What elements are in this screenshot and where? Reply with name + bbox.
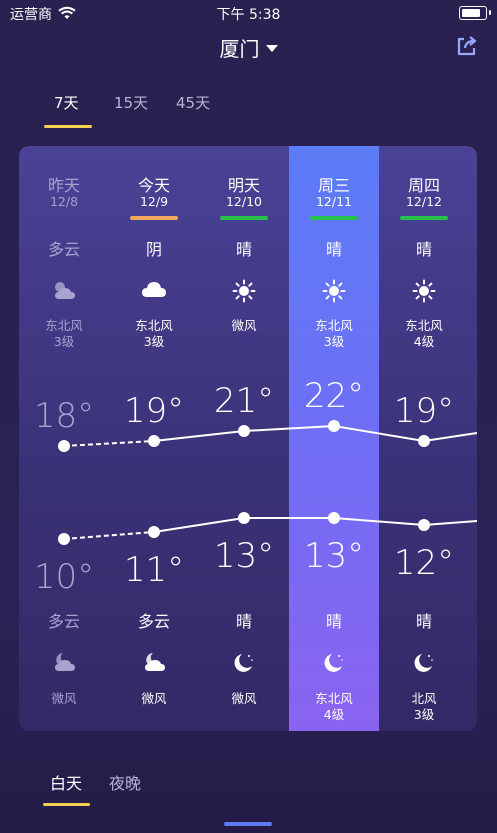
- low-temp-point: [148, 526, 160, 538]
- high-temp-segment: [63, 440, 155, 447]
- high-temp-point: [58, 440, 70, 452]
- high-temp-segment: [423, 432, 478, 442]
- high-temp-segment: [153, 430, 245, 442]
- low-temp-point: [58, 533, 70, 545]
- high-temp-point: [148, 435, 160, 447]
- tab-daytime[interactable]: 白天: [50, 770, 82, 794]
- temperature-chart: [58, 420, 478, 545]
- high-temp-point: [418, 435, 430, 447]
- high-temp-point: [328, 420, 340, 432]
- low-temp-point: [328, 512, 340, 524]
- high-temp-point: [238, 425, 250, 437]
- low-temp-point: [238, 512, 250, 524]
- low-temp-segment: [63, 531, 155, 540]
- home-indicator: [224, 822, 272, 826]
- high-temp-segment: [333, 425, 425, 442]
- low-temp-segment: [423, 520, 478, 526]
- low-temp-segment: [333, 517, 425, 526]
- tab-nighttime[interactable]: 夜晚: [109, 770, 141, 794]
- bottom-tab-indicator: [43, 803, 90, 806]
- low-temp-point: [418, 519, 430, 531]
- high-temp-segment: [243, 425, 335, 432]
- low-temp-segment: [153, 517, 245, 533]
